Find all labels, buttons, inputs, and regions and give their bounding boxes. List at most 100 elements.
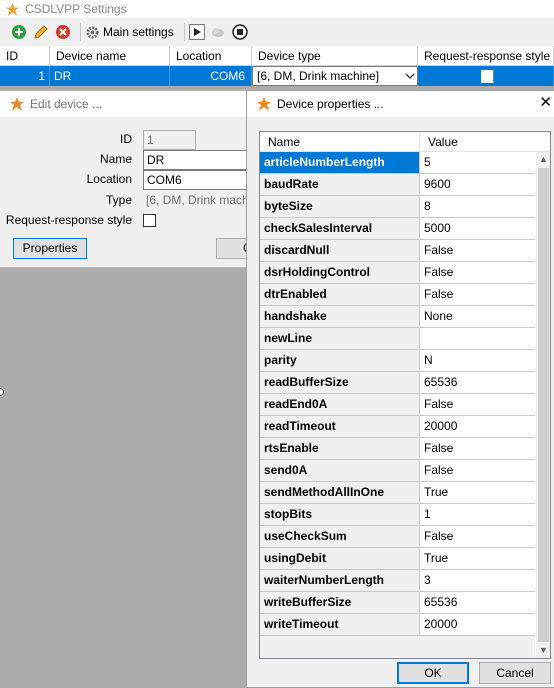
properties-button[interactable]: Properties: [13, 238, 87, 259]
property-name[interactable]: byteSize: [260, 196, 420, 217]
property-row[interactable]: baudRate 9600: [260, 174, 535, 196]
property-name[interactable]: send0A: [260, 460, 420, 481]
props-dialog-title-bar: Device properties ... ✕: [247, 91, 554, 117]
scroll-down-icon[interactable]: ▼: [536, 643, 550, 658]
table-row[interactable]: 1 DR COM6 [6, DM, Drink machine]: [0, 66, 554, 86]
property-name[interactable]: parity: [260, 350, 420, 371]
ok-button[interactable]: OK: [397, 662, 469, 684]
property-row[interactable]: dsrHoldingControl False: [260, 262, 535, 284]
property-name[interactable]: checkSalesInterval: [260, 218, 420, 239]
property-name[interactable]: articleNumberLength: [260, 152, 420, 173]
add-icon[interactable]: [10, 23, 28, 41]
property-name[interactable]: writeBufferSize: [260, 592, 420, 613]
property-value[interactable]: 3: [420, 570, 535, 591]
property-value[interactable]: True: [420, 548, 535, 569]
pencil-icon[interactable]: [32, 23, 50, 41]
property-value[interactable]: 65536: [420, 592, 535, 613]
col-value: Value: [428, 135, 458, 149]
property-name[interactable]: dtrEnabled: [260, 284, 420, 305]
property-value[interactable]: 5: [420, 152, 535, 173]
property-value[interactable]: [420, 328, 535, 349]
col-device-type[interactable]: Device type: [252, 46, 418, 65]
property-value[interactable]: N: [420, 350, 535, 371]
property-value[interactable]: False: [420, 394, 535, 415]
delete-icon[interactable]: [54, 23, 72, 41]
property-row[interactable]: handshake None: [260, 306, 535, 328]
property-name[interactable]: waiterNumberLength: [260, 570, 420, 591]
name-field[interactable]: DR: [143, 150, 250, 170]
property-row[interactable]: checkSalesInterval 5000: [260, 218, 535, 240]
property-value[interactable]: 65536: [420, 372, 535, 393]
property-row[interactable]: waiterNumberLength 3: [260, 570, 535, 592]
cell-id[interactable]: 1: [0, 66, 50, 86]
property-name[interactable]: readTimeout: [260, 416, 420, 437]
property-row[interactable]: readTimeout 20000: [260, 416, 535, 438]
property-row[interactable]: rtsEnable False: [260, 438, 535, 460]
property-value[interactable]: False: [420, 460, 535, 481]
property-value[interactable]: False: [420, 284, 535, 305]
device-type-dropdown[interactable]: [6, DM, Drink machine]: [252, 66, 418, 86]
property-value[interactable]: False: [420, 262, 535, 283]
property-row[interactable]: sendMethodAllInOne True: [260, 482, 535, 504]
property-name[interactable]: writeTimeout: [260, 614, 420, 635]
property-row[interactable]: readBufferSize 65536: [260, 372, 535, 394]
property-row[interactable]: byteSize 8: [260, 196, 535, 218]
cancel-button[interactable]: Cancel: [479, 662, 551, 684]
property-name[interactable]: discardNull: [260, 240, 420, 261]
request-response-checkbox[interactable]: [481, 69, 494, 83]
col-device-name[interactable]: Device name: [50, 46, 170, 65]
location-field[interactable]: COM6: [143, 170, 250, 190]
property-row[interactable]: articleNumberLength 5: [260, 152, 535, 174]
device-grid: ID Device name Location Device type Requ…: [0, 46, 554, 86]
property-name[interactable]: usingDebit: [260, 548, 420, 569]
property-value[interactable]: 1: [420, 504, 535, 525]
property-row[interactable]: useCheckSum False: [260, 526, 535, 548]
property-name[interactable]: sendMethodAllInOne: [260, 482, 420, 503]
property-row[interactable]: stopBits 1: [260, 504, 535, 526]
property-row[interactable]: discardNull False: [260, 240, 535, 262]
property-value[interactable]: 8: [420, 196, 535, 217]
property-row[interactable]: readEnd0A False: [260, 394, 535, 416]
property-name[interactable]: rtsEnable: [260, 438, 420, 459]
property-value[interactable]: None: [420, 306, 535, 327]
property-name[interactable]: handshake: [260, 306, 420, 327]
main-settings-button[interactable]: Main settings: [85, 25, 174, 40]
col-id[interactable]: ID: [0, 46, 50, 65]
property-row[interactable]: parity N: [260, 350, 535, 372]
property-value[interactable]: 20000: [420, 614, 535, 635]
cell-location[interactable]: COM6: [170, 66, 252, 86]
close-icon[interactable]: ✕: [539, 95, 552, 111]
property-name[interactable]: baudRate: [260, 174, 420, 195]
property-row[interactable]: newLine: [260, 328, 535, 350]
cell-device-name[interactable]: DR: [50, 66, 170, 86]
property-name[interactable]: readBufferSize: [260, 372, 420, 393]
property-row[interactable]: writeTimeout 20000: [260, 614, 535, 636]
property-value[interactable]: False: [420, 438, 535, 459]
scroll-thumb[interactable]: [538, 168, 549, 642]
property-name[interactable]: readEnd0A: [260, 394, 420, 415]
property-row[interactable]: writeBufferSize 65536: [260, 592, 535, 614]
property-value[interactable]: False: [420, 526, 535, 547]
col-request-response[interactable]: Request-response style: [418, 46, 554, 65]
cloud-icon[interactable]: [209, 23, 227, 41]
property-name[interactable]: stopBits: [260, 504, 420, 525]
property-name[interactable]: dsrHoldingControl: [260, 262, 420, 283]
property-value[interactable]: 20000: [420, 416, 535, 437]
property-value[interactable]: 9600: [420, 174, 535, 195]
property-value[interactable]: False: [420, 240, 535, 261]
property-row[interactable]: dtrEnabled False: [260, 284, 535, 306]
property-row[interactable]: send0A False: [260, 460, 535, 482]
chevron-down-icon[interactable]: [405, 72, 415, 80]
property-name[interactable]: useCheckSum: [260, 526, 420, 547]
property-value[interactable]: True: [420, 482, 535, 503]
stop-icon[interactable]: [231, 23, 249, 41]
property-row[interactable]: usingDebit True: [260, 548, 535, 570]
scrollbar[interactable]: ▲ ▼: [536, 152, 550, 658]
request-response-checkbox[interactable]: [143, 214, 156, 227]
scroll-up-icon[interactable]: ▲: [536, 152, 550, 167]
property-name[interactable]: newLine: [260, 328, 420, 349]
play-icon[interactable]: [188, 24, 205, 40]
col-location[interactable]: Location: [170, 46, 252, 65]
property-value[interactable]: 5000: [420, 218, 535, 239]
resize-handle[interactable]: [0, 388, 4, 396]
